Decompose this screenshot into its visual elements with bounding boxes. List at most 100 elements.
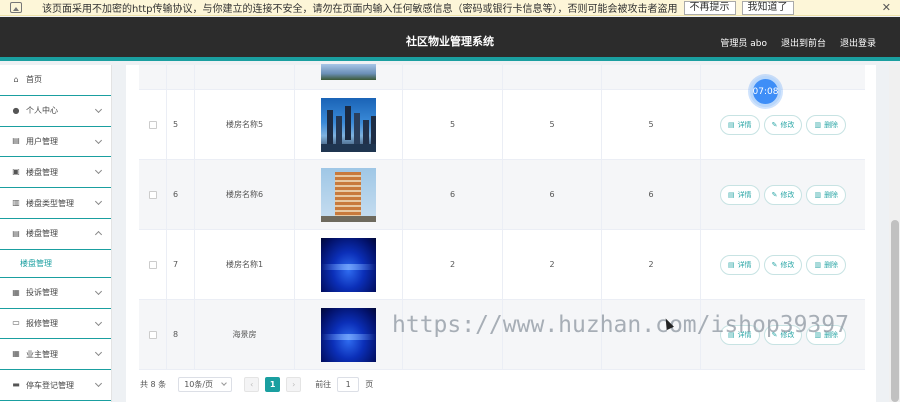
- sidebar-item-complaints[interactable]: ▦ 投诉管理: [0, 278, 111, 309]
- got-it-button[interactable]: 我知道了: [741, 0, 794, 15]
- chevron-down-icon: [221, 380, 228, 386]
- sidebar-item-users[interactable]: ▤ 用户管理: [0, 127, 111, 158]
- sidebar-item-profile[interactable]: ● 个人中心: [0, 96, 111, 127]
- table-row: 7 楼房名称1 2 2 2 ▤ 详情 ✎ 修改 ▥ 删除: [139, 230, 865, 300]
- delete-label: 删除: [824, 260, 839, 269]
- edit-button[interactable]: ✎ 修改: [763, 114, 803, 135]
- cell-image: [295, 90, 403, 159]
- detail-label: 详情: [737, 260, 752, 269]
- row-value-2: 5: [503, 90, 602, 159]
- delete-button[interactable]: ▥ 删除: [806, 254, 847, 275]
- page-size-select[interactable]: 10条/页: [178, 376, 233, 392]
- sidebar-item-home[interactable]: ⌂ 首页: [0, 65, 111, 96]
- total-count: 共 8 条: [140, 379, 167, 389]
- sidebar-item-label: 停车登记管理: [26, 380, 74, 390]
- edit-label: 修改: [780, 190, 795, 199]
- cell-index: [167, 65, 195, 89]
- chevron-down-icon: [94, 167, 103, 175]
- row-value-1: 2: [403, 230, 503, 299]
- cell-image: [295, 230, 403, 299]
- chevron-down-icon: [94, 136, 103, 144]
- cell-value: [503, 65, 602, 89]
- cell-checkbox: [139, 300, 167, 369]
- cell-name: [195, 65, 295, 89]
- detail-icon: ▤: [727, 260, 735, 269]
- repair-icon: ▭: [12, 318, 20, 328]
- delete-button[interactable]: ▥ 删除: [806, 184, 847, 205]
- sidebar-item-owners[interactable]: ▦ 业主管理: [0, 339, 111, 371]
- sidebar-item-label: 报修管理: [26, 318, 58, 328]
- cell-actions: [701, 65, 865, 89]
- top-header: 社区物业管理系统 管理员 abo 退出到前台 退出登录: [0, 17, 900, 61]
- sidebar-item-property-types[interactable]: ▥ 楼盘类型管理: [0, 188, 111, 219]
- sidebar-item-property[interactable]: ▣ 楼盘管理: [0, 157, 111, 189]
- edit-button[interactable]: ✎ 修改: [763, 254, 803, 275]
- row-value-3: 6: [602, 160, 701, 229]
- sidebar: ⌂ 首页 ● 个人中心 ▤ 用户管理 ▣ 楼盘管理 ▥ 楼盘类型管理 ▤ 楼盘管…: [0, 65, 112, 402]
- sidebar-item-label: 用户管理: [26, 136, 58, 146]
- trash-icon: ▥: [814, 120, 822, 129]
- delete-button[interactable]: ▥ 删除: [806, 114, 847, 135]
- cell-actions: ▤ 详情 ✎ 修改 ▥ 删除: [701, 90, 865, 159]
- row-value-3: 2: [602, 230, 701, 299]
- row-value-2: 6: [503, 160, 602, 229]
- row-checkbox[interactable]: [148, 190, 157, 199]
- row-checkbox[interactable]: [148, 330, 157, 339]
- page-number-current[interactable]: 1: [265, 376, 281, 392]
- chevron-up-icon: [94, 230, 103, 239]
- scrollbar-thumb[interactable]: [891, 220, 899, 402]
- delete-label: 删除: [824, 120, 839, 129]
- row-index: 8: [167, 300, 195, 369]
- page-suffix: 页: [365, 379, 374, 389]
- chevron-down-icon: [94, 198, 103, 206]
- logout-link[interactable]: 退出登录: [840, 36, 876, 49]
- close-icon[interactable]: ✕: [882, 0, 891, 15]
- detail-button[interactable]: ▤ 详情: [719, 114, 760, 135]
- cell-checkbox: [139, 65, 167, 89]
- row-value-3: 5: [602, 90, 701, 159]
- sidebar-subitem-property-manage[interactable]: 楼盘管理: [0, 250, 111, 278]
- detail-button[interactable]: ▤ 详情: [719, 254, 760, 275]
- timer-badge[interactable]: 07:08: [750, 76, 781, 107]
- cell-actions: ▤ 详情 ✎ 修改 ▥ 删除: [701, 160, 865, 229]
- row-name: 海景房: [195, 300, 295, 369]
- row-index: 7: [167, 230, 195, 299]
- detail-button[interactable]: ▤ 详情: [719, 184, 760, 205]
- next-page-button[interactable]: ›: [286, 376, 302, 392]
- edit-button[interactable]: ✎ 修改: [763, 184, 803, 205]
- sidebar-item-repairs[interactable]: ▭ 报修管理: [0, 309, 111, 340]
- back-to-front-link[interactable]: 退出到前台: [781, 36, 826, 49]
- property-image: [321, 167, 376, 222]
- trash-icon: ▥: [814, 190, 822, 199]
- table-row: 6 楼房名称6 6 6 6 ▤ 详情 ✎ 修改 ▥ 删除: [139, 160, 865, 230]
- chevron-down-icon: [94, 287, 103, 295]
- no-remind-button[interactable]: 不再提示: [683, 0, 736, 15]
- row-value-1: 6: [403, 160, 503, 229]
- pagination: 共 8 条 10条/页 ‹ 1 › 前往 1 页: [140, 376, 373, 392]
- home-icon: ⌂: [13, 74, 19, 84]
- row-checkbox[interactable]: [148, 260, 157, 269]
- cell-checkbox: [139, 230, 167, 299]
- row-value-2: 2: [503, 230, 602, 299]
- chart-icon: ▥: [12, 198, 20, 208]
- current-user: 管理员 abo: [720, 39, 767, 49]
- watermark-text: https://www.huzhan.com/ishop39397: [392, 312, 849, 338]
- delete-label: 删除: [824, 190, 839, 199]
- cell-image: [295, 64, 403, 89]
- property-image: [321, 307, 376, 362]
- row-index: 5: [167, 90, 195, 159]
- cell-image: [295, 160, 403, 229]
- row-index: 6: [167, 160, 195, 229]
- header-actions: 管理员 abo 退出到前台 退出登录: [720, 36, 876, 49]
- goto-label: 前往: [315, 379, 332, 389]
- row-checkbox[interactable]: [148, 120, 157, 129]
- sidebar-item-parking[interactable]: ▬ 停车登记管理: [0, 370, 111, 401]
- user-icon: ●: [12, 105, 20, 115]
- image-icon: [10, 2, 22, 13]
- main-content: 5 楼房名称5 5 5 5 ▤ 详情 ✎ 修改 ▥ 删除 6 楼房名称6 6 6 6 …: [126, 64, 876, 402]
- prev-page-button[interactable]: ‹: [244, 376, 260, 392]
- edit-icon: ✎: [771, 120, 778, 129]
- sidebar-item-property-manage[interactable]: ▤ 楼盘管理: [0, 219, 111, 250]
- goto-page-input[interactable]: 1: [337, 376, 360, 392]
- grid-icon: ▦: [12, 349, 20, 359]
